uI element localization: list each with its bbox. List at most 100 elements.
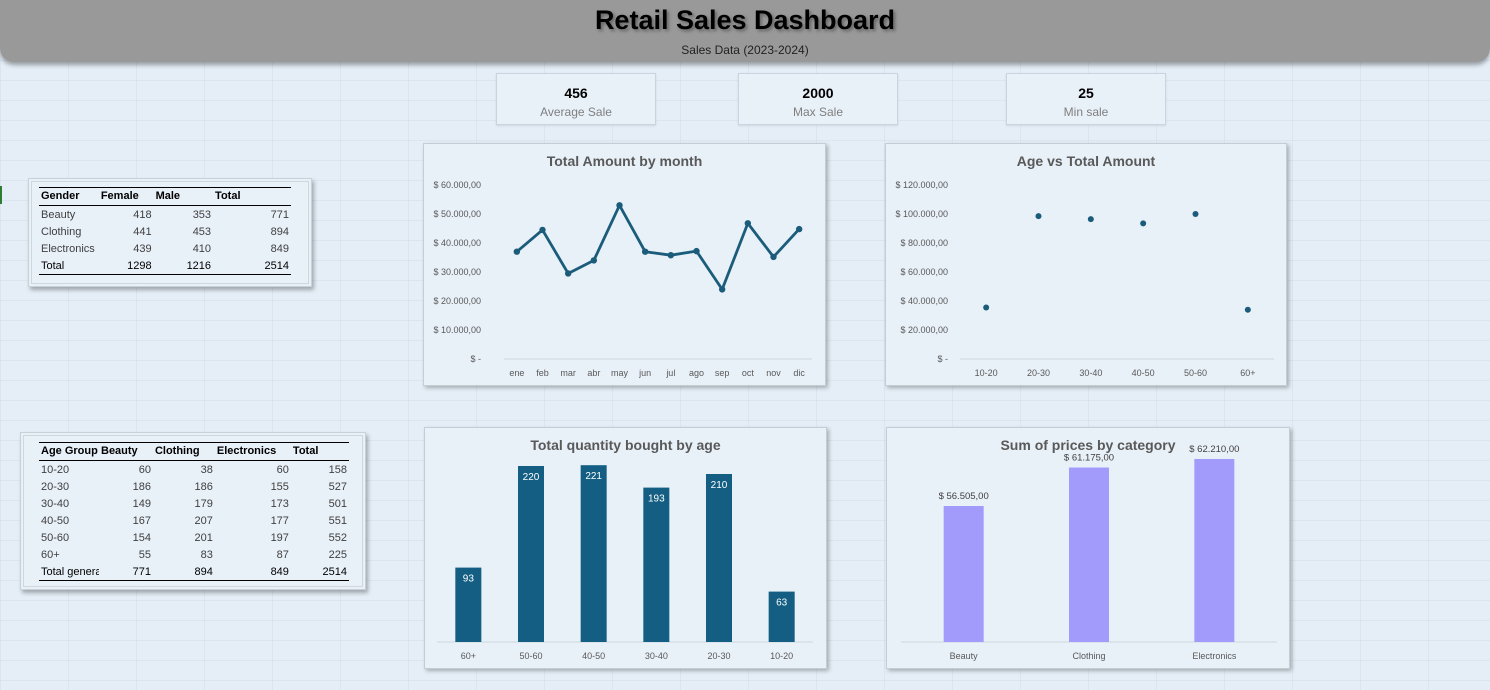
table-row: Electronics 439 410 849 — [39, 240, 291, 257]
kpi-value: 25 — [1078, 85, 1094, 101]
x-tick-label: 10-20 — [770, 651, 793, 661]
cell: Electronics — [41, 242, 95, 255]
kpi-label: Max Sale — [792, 105, 844, 119]
cell: 60+ — [41, 548, 60, 561]
data-label: 93 — [463, 574, 475, 585]
cell: 158 — [328, 463, 347, 476]
col-header[interactable]: Age Group — [39, 442, 99, 461]
chart-age-vs-amount[interactable]: Age vs Total Amount $ - $ 20.000,00 $ 40.0… — [885, 143, 1287, 386]
row-marker — [0, 186, 2, 204]
kpi-max-sale[interactable]: 2000 Max Sale — [738, 73, 898, 125]
cell: 894 — [270, 225, 289, 238]
cell: 441 — [133, 225, 152, 238]
cell: 30-40 — [41, 497, 70, 510]
bar — [1069, 467, 1109, 642]
data-point — [590, 257, 598, 264]
cell: 155 — [270, 480, 289, 493]
bar — [518, 466, 544, 642]
x-tick-label: may — [611, 368, 629, 378]
data-point — [718, 286, 726, 293]
x-tick-label: 10-20 — [975, 368, 998, 378]
dashboard-title: Retail Sales Dashboard — [594, 5, 896, 35]
x-tick-label: ago — [689, 368, 704, 378]
cell: 186 — [194, 480, 213, 493]
cell: 225 — [328, 548, 347, 561]
y-tick-label: $ 30.000,00 — [433, 267, 481, 277]
cell: 207 — [194, 514, 213, 527]
x-tick-label: oct — [742, 368, 755, 378]
chart-amount-by-month[interactable]: Total Amount by month $ - $ 10.000,00 $ 20… — [423, 143, 826, 386]
bar — [706, 474, 732, 642]
kpi-value: 2000 — [802, 85, 834, 101]
line-chart-svg: $ - $ 10.000,00 $ 20.000,00 $ 30.000,00 $ 40… — [433, 180, 812, 378]
data-label: $ 61.175,00 — [1064, 453, 1114, 464]
chart-quantity-by-age[interactable]: Total quantity bought by age 93 60+ 220 50-… — [424, 427, 827, 669]
data-label: 221 — [585, 471, 602, 482]
table-row: Beauty 418 353 771 — [39, 206, 291, 224]
data-point — [693, 247, 700, 255]
cell: 60 — [138, 463, 151, 476]
cell: 1216 — [153, 257, 214, 275]
x-tick-label: 50-60 — [519, 651, 542, 661]
cell: Beauty — [41, 208, 76, 221]
cell: 353 — [192, 208, 212, 221]
cell: 197 — [270, 531, 289, 544]
cell: 167 — [132, 514, 151, 527]
cell: 849 — [270, 242, 289, 255]
cell: 418 — [133, 208, 152, 221]
col-header[interactable]: Gender — [39, 187, 99, 206]
x-tick-label: 60+ — [461, 651, 476, 661]
col-header: Male — [153, 187, 214, 206]
x-tick-label: 50-60 — [1184, 368, 1207, 378]
x-tick-label: mar — [560, 368, 576, 378]
data-point — [1087, 216, 1094, 223]
kpi-min-sale[interactable]: 25 Min sale — [1006, 73, 1166, 125]
x-tick-label: 20-30 — [707, 651, 730, 661]
kpi-average-sale[interactable]: 456 Average Sale — [496, 73, 656, 125]
cell: 40-50 — [41, 514, 70, 527]
bar — [643, 487, 670, 642]
y-tick-label: $ 40.000,00 — [900, 296, 948, 306]
col-header: Beauty — [99, 442, 153, 461]
x-tick-label: jul — [665, 368, 675, 378]
y-tick-label: $ 60.000,00 — [433, 180, 481, 190]
data-label: 63 — [776, 598, 788, 609]
table-row: 40-50 167 207 177 551 — [39, 512, 349, 529]
x-tick-label: Beauty — [950, 651, 979, 661]
y-tick-label: $ 60.000,00 — [900, 267, 948, 277]
chart-prices-by-category[interactable]: Sum of prices by category $ 56.505,00 Bea… — [886, 427, 1290, 669]
cell: 83 — [200, 548, 213, 561]
bar — [580, 465, 607, 642]
age-pivot-table[interactable]: Age Group Beauty Clothing Electronics To… — [20, 432, 366, 590]
data-point — [641, 248, 649, 255]
table-row: 10-20 60 38 60 158 — [39, 461, 349, 479]
gender-pivot-table[interactable]: Gender Female Male Total Beauty 418 353 … — [28, 178, 312, 287]
table-row: 50-60 154 201 197 552 — [39, 529, 349, 546]
cell: 50-60 — [41, 531, 70, 544]
cell: 201 — [194, 531, 213, 544]
total-row: Total 1298 1216 2514 — [39, 257, 291, 275]
cell: 186 — [132, 480, 151, 493]
cell: 20-30 — [41, 480, 70, 493]
cell: Total — [39, 257, 99, 275]
data-point — [1140, 220, 1147, 227]
y-tick-label: $ 120.000,00 — [895, 180, 948, 190]
y-tick-label: $ 20.000,00 — [433, 296, 481, 306]
data-point — [1035, 213, 1042, 220]
kpi-label: Average Sale — [540, 105, 612, 119]
cell: 410 — [192, 242, 212, 255]
data-point — [744, 220, 752, 227]
x-tick-label: 30-40 — [1079, 368, 1102, 378]
cell: 10-20 — [41, 463, 70, 476]
cell: 453 — [192, 225, 212, 238]
data-label: $ 62.210,00 — [1189, 444, 1239, 455]
data-label: 193 — [648, 494, 665, 505]
data-point — [1192, 211, 1199, 217]
cell: Clothing — [41, 225, 82, 238]
table-row: 30-40 149 179 173 501 — [39, 495, 349, 512]
table-row: Clothing 441 453 894 — [39, 223, 291, 240]
table-row: 20-30 186 186 155 527 — [39, 478, 349, 495]
x-tick-label: 40-50 — [1132, 368, 1155, 378]
x-tick-label: Electronics — [1192, 651, 1237, 661]
data-label: 210 — [711, 480, 728, 491]
